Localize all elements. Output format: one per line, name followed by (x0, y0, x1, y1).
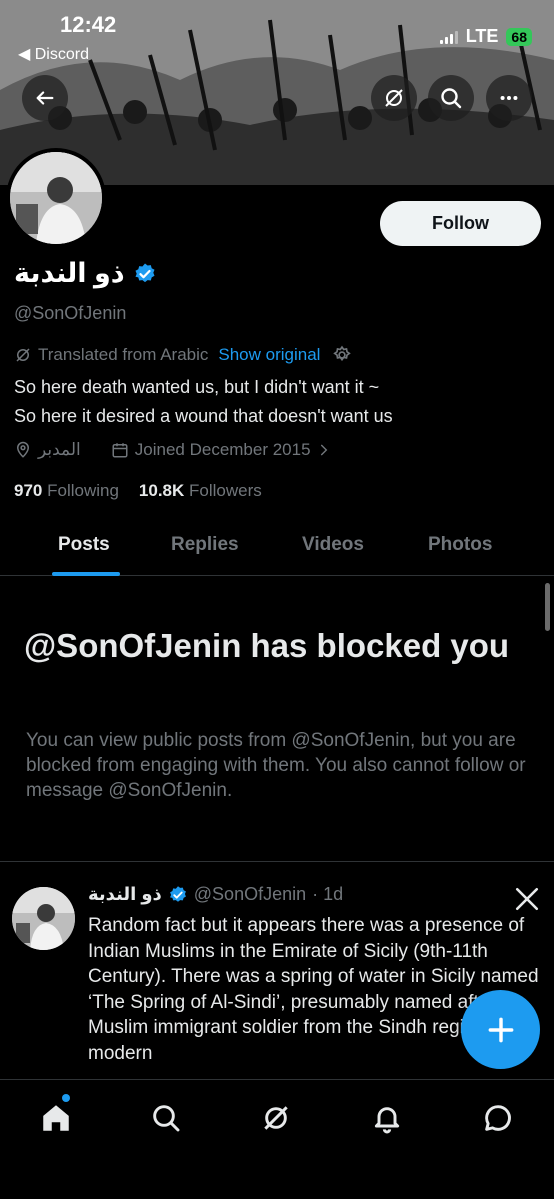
blocked-description: You can view public posts from @SonOfJen… (26, 730, 526, 801)
post-avatar[interactable] (12, 887, 75, 950)
network-label: LTE (465, 26, 499, 46)
tab-photos[interactable]: Photos (428, 534, 492, 556)
following-count: 970 (14, 481, 43, 500)
grok-icon (264, 1106, 288, 1130)
verified-badge-icon (169, 885, 186, 902)
post-time: · 1d (312, 884, 344, 904)
profile-bio: So here death wanted us, but I didn't wa… (14, 373, 393, 431)
back-to-app-link[interactable]: ◀ Discord (18, 44, 89, 64)
translation-row: Translated from Arabic Show original (14, 345, 352, 365)
search-icon (441, 88, 462, 109)
search-button[interactable] (428, 75, 474, 121)
following-label: Following (47, 481, 119, 500)
joined-date[interactable]: Joined December 2015 (135, 440, 311, 460)
chat-bubble-icon (485, 1105, 511, 1131)
more-options-button[interactable] (486, 75, 532, 121)
profile-avatar[interactable] (6, 148, 106, 248)
chevron-right-icon[interactable] (317, 442, 331, 458)
tab-posts[interactable]: Posts (58, 534, 110, 556)
nav-home[interactable] (36, 1098, 76, 1138)
nav-notifications[interactable] (367, 1098, 407, 1138)
nav-messages[interactable] (478, 1098, 518, 1138)
nav-grok[interactable] (256, 1098, 296, 1138)
post-author-handle[interactable]: @SonOfJenin (194, 884, 306, 905)
display-name-text: ذو الندبة (14, 258, 125, 288)
settings-gear-icon[interactable] (332, 345, 352, 365)
profile-tabs: Posts Replies Videos Photos (0, 520, 554, 576)
back-button[interactable] (22, 75, 68, 121)
translated-label: Translated from Arabic (38, 345, 209, 364)
search-icon (153, 1105, 180, 1132)
status-indicators: LTE 68 (439, 26, 532, 47)
location-pin-icon (16, 441, 30, 458)
home-icon (43, 1105, 69, 1131)
blocked-title: @SonOfJenin has blocked you (24, 627, 510, 664)
followers-label: Followers (189, 481, 262, 500)
bell-icon (374, 1107, 400, 1134)
grok-button[interactable] (371, 75, 417, 121)
post-header: ذو الندبة @SonOfJenin · 1d (88, 884, 343, 905)
calendar-icon (112, 443, 128, 458)
arrow-left-icon (36, 91, 54, 105)
show-original-link[interactable]: Show original (218, 345, 320, 365)
display-name: ذو الندبة (14, 258, 157, 289)
followers-link[interactable]: 10.8K Followers (139, 481, 262, 501)
notification-dot (62, 1094, 70, 1102)
active-tab-indicator (52, 572, 120, 576)
followers-count: 10.8K (138, 481, 185, 500)
status-time: 12:42 (60, 12, 117, 37)
tab-replies[interactable]: Replies (171, 534, 239, 556)
divider (0, 861, 554, 862)
battery-icon: 68 (506, 27, 532, 46)
x-logo-icon (515, 887, 539, 911)
profile-meta: المدبر Joined December 2015 (14, 440, 331, 460)
more-dots-icon (500, 95, 518, 101)
location-text: المدبر (38, 440, 81, 459)
post-author-name[interactable]: ذو الندبة (88, 884, 162, 905)
scrollbar[interactable] (545, 583, 550, 631)
bottom-navigation (0, 1079, 554, 1199)
nav-search[interactable] (146, 1098, 186, 1138)
plus-icon (488, 1017, 513, 1042)
profile-handle: @SonOfJenin (14, 303, 127, 323)
following-link[interactable]: 970 Following (14, 481, 119, 501)
grok-icon (385, 89, 403, 107)
compose-post-button[interactable] (461, 990, 540, 1069)
follow-button[interactable]: Follow (380, 201, 541, 246)
verified-badge-icon (135, 263, 155, 282)
bio-line-1: So here death wanted us, but I didn't wa… (14, 377, 380, 397)
bio-line-2: So here it desired a wound that doesn't … (14, 406, 393, 426)
grok-translate-icon (16, 348, 30, 362)
follow-counts: 970 Following 10.8K Followers (14, 481, 262, 501)
signal-icon (439, 30, 458, 44)
tab-videos[interactable]: Videos (302, 534, 364, 556)
